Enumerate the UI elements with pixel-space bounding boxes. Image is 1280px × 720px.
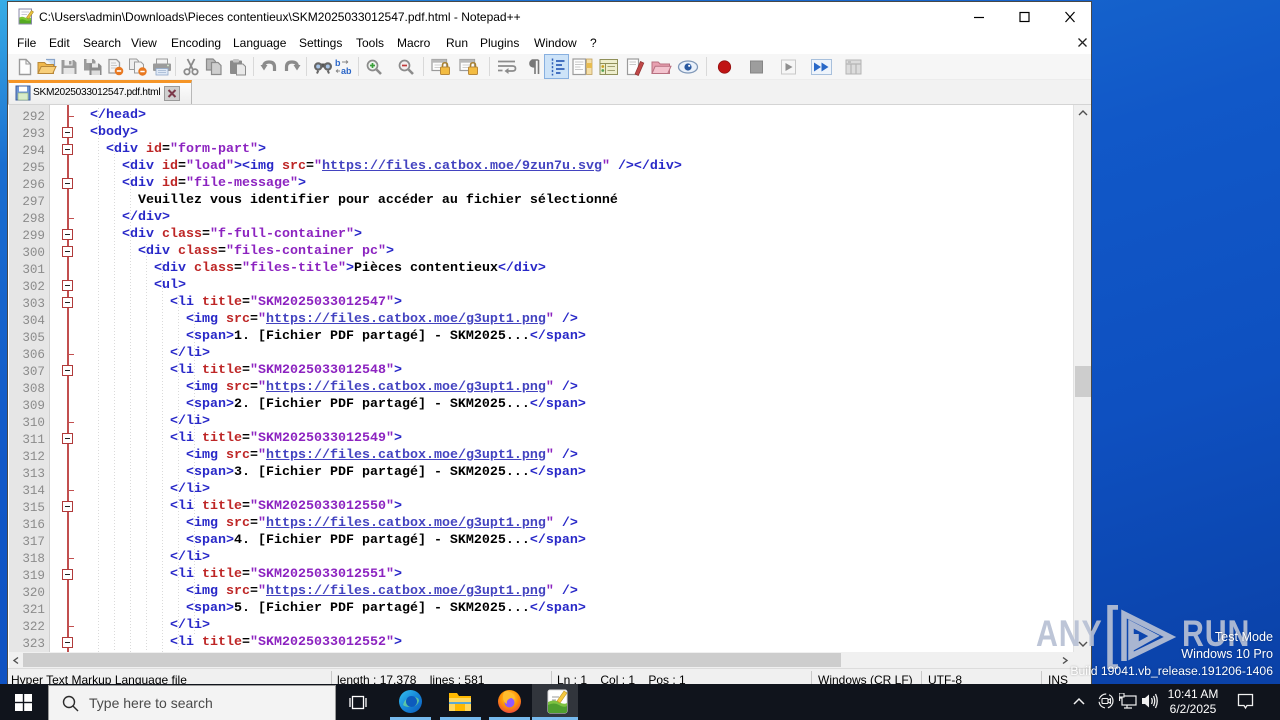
svg-text:ab: ab: [341, 66, 352, 76]
